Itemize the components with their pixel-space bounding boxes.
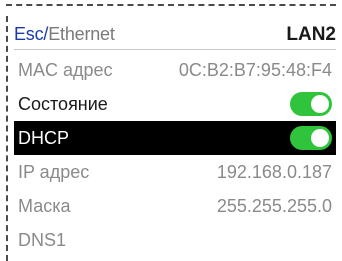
row-mask[interactable]: Маска 255.255.255.0 [14, 189, 336, 223]
row-label: IP адрес [18, 161, 90, 182]
back-link[interactable]: Esc [14, 24, 44, 44]
header-bar: Esc/Ethernet LAN2 [14, 20, 336, 50]
row-dhcp[interactable]: DHCP [14, 121, 336, 155]
page-title: Ethernet [48, 24, 115, 44]
row-label: DNS1 [18, 229, 67, 250]
settings-list: MAC адрес 0C:B2:B7:95:48:F4 Состояние DH… [14, 53, 336, 257]
toggle-knob [311, 95, 329, 113]
row-dns1[interactable]: DNS1 [14, 223, 336, 257]
mask-value: 255.255.255.0 [216, 195, 332, 216]
dhcp-toggle[interactable] [290, 126, 332, 150]
row-mac-address[interactable]: MAC адрес 0C:B2:B7:95:48:F4 [14, 53, 336, 87]
state-toggle[interactable] [290, 92, 332, 116]
frame-top-border [6, 4, 336, 6]
breadcrumb: Esc/Ethernet [14, 24, 115, 45]
row-label: Маска [18, 195, 71, 216]
row-label: DHCP [18, 127, 70, 148]
interface-name: LAN2 [286, 23, 336, 45]
ip-address-value: 192.168.0.187 [216, 161, 332, 182]
frame-left-border [6, 16, 8, 261]
toggle-knob [311, 129, 329, 147]
row-label: MAC адрес [18, 59, 113, 80]
row-state[interactable]: Состояние [14, 87, 336, 121]
row-label: Состояние [18, 93, 108, 114]
row-ip-address[interactable]: IP адрес 192.168.0.187 [14, 155, 336, 189]
mac-address-value: 0C:B2:B7:95:48:F4 [178, 59, 332, 80]
